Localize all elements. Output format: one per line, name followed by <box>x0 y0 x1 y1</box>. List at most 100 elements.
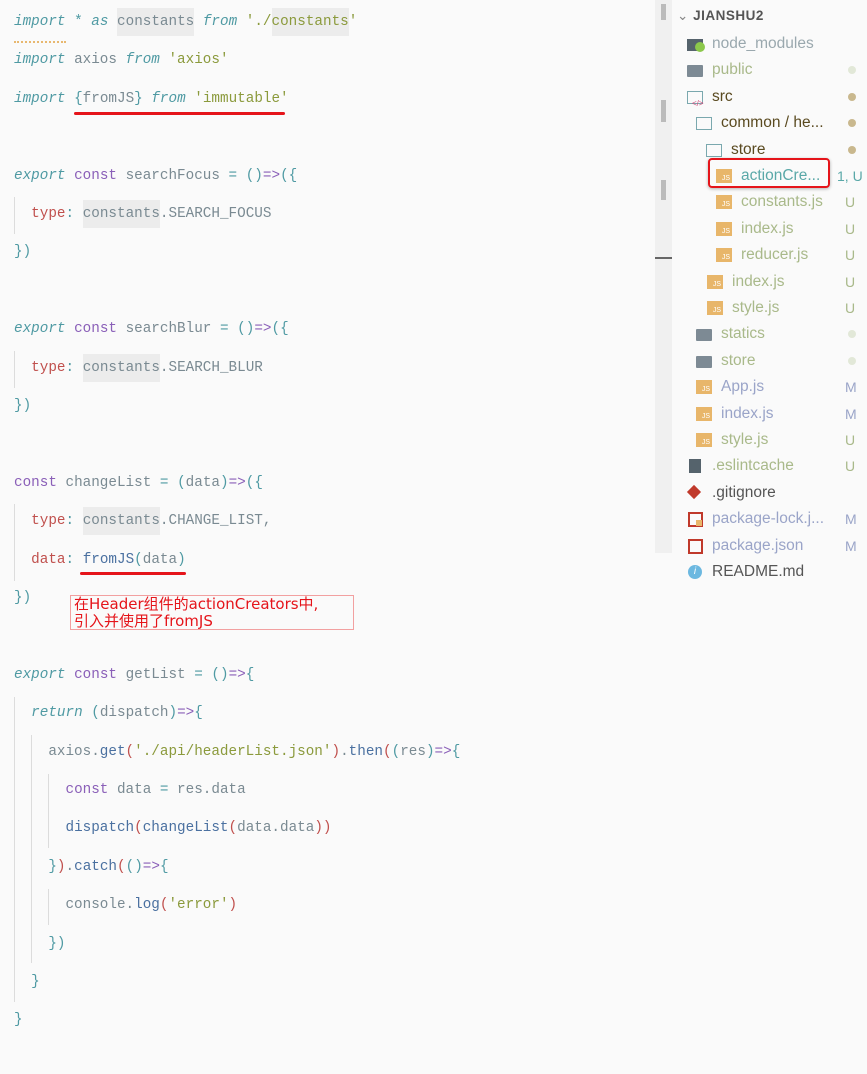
root-label: JIANSHU2 <box>693 8 764 23</box>
tree-item[interactable]: </> src <box>687 85 733 109</box>
code-line[interactable]: export const searchFocus = ()=>({ <box>14 164 297 188</box>
modified-dot-icon <box>848 92 856 101</box>
file-explorer: ⌄ JIANSHU2 node_modules public </> src commo… <box>655 0 867 590</box>
code-token: .CHANGE_LIST, <box>159 513 272 530</box>
code-line[interactable]: export const searchBlur = ()=>({ <box>14 317 289 341</box>
tree-item[interactable]: i README.md <box>687 560 804 584</box>
code-token: console. <box>14 897 135 914</box>
code-token: dispatch <box>65 820 135 837</box>
code-token: constants <box>82 507 160 536</box>
tree-item[interactable]: store <box>696 349 755 373</box>
code-token: ) <box>168 705 178 722</box>
code-token: () <box>237 321 255 338</box>
tree-item[interactable]: JS reducer.js <box>716 243 808 267</box>
js-file-icon: JS <box>696 433 712 447</box>
code-token: changeList <box>142 820 229 837</box>
tree-item[interactable]: node_modules <box>687 32 814 56</box>
tree-item[interactable]: JS style.js <box>707 296 779 320</box>
tree-item-label: index.js <box>721 404 774 422</box>
indent-guide <box>48 774 49 848</box>
code-token: }) <box>48 935 66 952</box>
code-token: const <box>74 321 117 338</box>
code-line[interactable]: }) <box>14 586 31 610</box>
code-token: axios <box>65 52 126 69</box>
code-token: { <box>245 666 255 683</box>
code-line[interactable]: type: constants.CHANGE_LIST, <box>14 507 272 536</box>
code-token: data <box>108 782 160 798</box>
code-line[interactable]: dispatch(changeList(data.data)) <box>14 816 331 840</box>
code-token: ( <box>117 858 126 875</box>
tree-item[interactable]: .gitignore <box>686 481 776 505</box>
code-token: ( <box>383 743 392 760</box>
scroll-mark <box>661 180 666 200</box>
node-folder-icon <box>687 37 705 52</box>
code-token: ( <box>91 705 100 722</box>
code-line[interactable]: import * as constants from './constants' <box>14 8 358 36</box>
code-line[interactable]: }) <box>14 932 66 956</box>
code-token: fromJS <box>82 90 135 107</box>
explorer-root[interactable]: ⌄ JIANSHU2 <box>677 8 764 24</box>
code-line[interactable]: type: constants.SEARCH_BLUR <box>14 353 263 382</box>
code-token: : <box>65 513 75 530</box>
code-line[interactable]: } <box>14 1008 23 1032</box>
src-folder-icon: </> <box>687 90 704 108</box>
tree-item[interactable]: package.json <box>687 534 803 558</box>
tree-item[interactable]: package-lock.j... <box>687 507 824 531</box>
tree-item-label: index.js <box>741 219 794 237</box>
code-token: } <box>14 1012 23 1029</box>
tree-item[interactable]: JS index.js <box>707 270 785 294</box>
code-line[interactable]: import {fromJS} from 'immutable' <box>14 87 289 111</box>
code-token: from <box>202 14 238 30</box>
code-line[interactable]: const changeList = (data)=>({ <box>14 471 263 495</box>
code-token: ) <box>331 743 341 760</box>
code-token: searchFocus <box>116 167 229 184</box>
code-token: export <box>14 666 66 683</box>
indent-guide <box>14 197 15 234</box>
code-token: . <box>340 743 349 760</box>
tree-item-label: .eslintcache <box>712 457 794 475</box>
js-file-icon: JS <box>716 221 732 236</box>
code-line[interactable]: }) <box>14 394 31 418</box>
npm-icon <box>687 538 703 554</box>
tree-item[interactable]: JS style.js <box>696 428 768 452</box>
git-icon <box>686 484 703 500</box>
code-token: fromJS <box>82 551 135 568</box>
tree-item[interactable]: public <box>687 58 753 82</box>
tree-item-label: store <box>721 351 756 369</box>
code-line[interactable]: axios.get('./api/headerList.json').then(… <box>14 740 460 764</box>
tree-item[interactable]: JS index.js <box>716 217 794 241</box>
code-line[interactable]: import axios from 'axios' <box>14 48 229 72</box>
code-token: 'error' <box>168 897 229 914</box>
selected-file-highlight-box <box>708 158 830 188</box>
tree-item[interactable]: JS App.js <box>696 375 764 399</box>
code-token: constants <box>271 8 349 36</box>
code-line[interactable]: } <box>14 970 40 994</box>
code-line[interactable]: export const getList = ()=>{ <box>14 663 254 687</box>
code-line[interactable]: }).catch(()=>{ <box>14 855 168 879</box>
code-token: data <box>31 551 66 568</box>
code-token: const <box>74 666 117 683</box>
code-line[interactable]: return (dispatch)=>{ <box>14 701 203 725</box>
tree-item[interactable]: statics <box>696 322 765 346</box>
tree-item[interactable]: .eslintcache <box>687 454 794 478</box>
code-line[interactable]: data: fromJS(data) <box>14 548 186 572</box>
code-token: ( <box>125 743 135 760</box>
code-token: ({ <box>280 167 298 184</box>
tree-item[interactable]: JS index.js <box>696 402 774 426</box>
tree-item[interactable]: JS constants.js <box>716 190 823 214</box>
code-line[interactable]: }) <box>14 240 31 264</box>
editor-scroll-gutter[interactable] <box>655 0 672 553</box>
code-line[interactable]: type: constants.SEARCH_FOCUS <box>14 200 271 228</box>
scroll-cursor <box>655 257 672 259</box>
tree-item[interactable]: common / he... <box>696 111 824 135</box>
code-token: ' <box>348 14 358 30</box>
code-token: { <box>194 705 203 722</box>
